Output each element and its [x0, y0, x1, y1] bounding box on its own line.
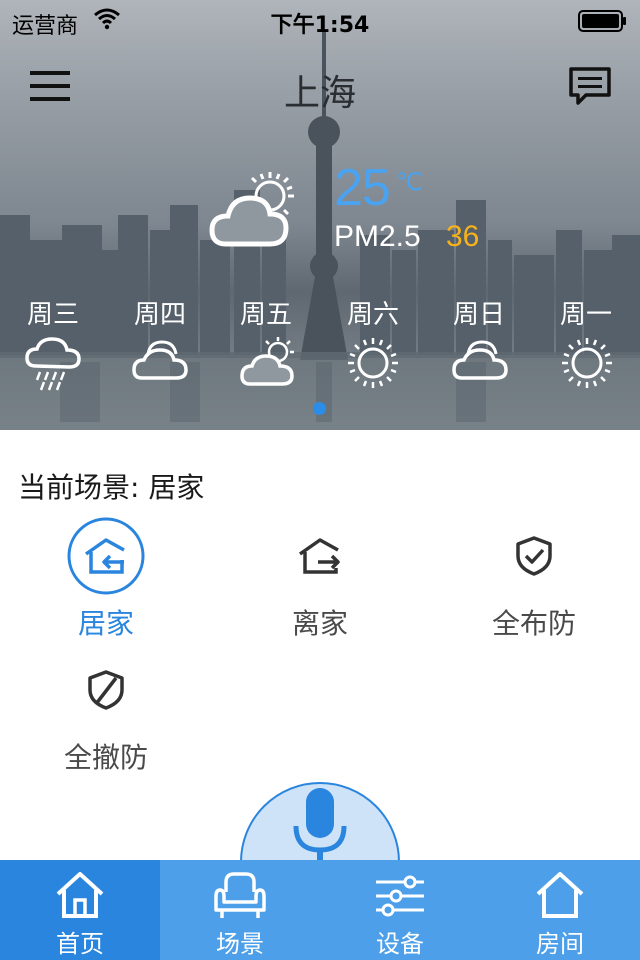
page-indicator-dot[interactable]: [313, 402, 326, 415]
shield-slash-icon: [66, 650, 146, 730]
cloudy-icon: [452, 340, 508, 380]
forecast-day-label: 周日: [452, 300, 505, 330]
tab-label: 场景: [216, 930, 264, 958]
pm25-value: 36: [446, 220, 480, 253]
tab-label: 房间: [536, 930, 584, 958]
scene-home[interactable]: 居家: [26, 516, 186, 642]
scene-disarm-all[interactable]: 全撤防: [26, 650, 186, 776]
house-outline-icon: [536, 872, 584, 918]
rain-icon: [25, 337, 81, 391]
partly-cloudy-icon: [209, 172, 294, 247]
tab-label: 首页: [56, 930, 104, 958]
scene-label: 全布防: [491, 607, 576, 640]
forecast-day-label: 周一: [559, 300, 612, 330]
tab-rooms[interactable]: 房间: [480, 860, 640, 960]
scene-label: 离家: [291, 607, 348, 640]
forecast-day-label: 周四: [133, 300, 186, 330]
sofa-icon: [214, 872, 266, 918]
city-title[interactable]: 上海: [0, 64, 640, 116]
sunny-icon: [348, 338, 398, 388]
status-bar: 运营商 下午1:54: [0, 0, 640, 40]
forecast-day-label: 周三: [26, 300, 79, 330]
status-time: 下午1:54: [270, 13, 370, 38]
forecast-day-label: 周六: [346, 300, 399, 330]
tab-label: 设备: [376, 930, 424, 958]
partly-cloudy-icon: [240, 337, 294, 386]
tab-bar: 首页 场景 设备 房间: [0, 860, 640, 960]
tab-scenes[interactable]: 场景: [160, 860, 320, 960]
message-icon[interactable]: [568, 66, 612, 106]
tab-home[interactable]: 首页: [0, 860, 160, 960]
weather-hero: 运营商 下午1:54 上海 25 ℃ PM2.5 36 周三 周四 周五 周六 …: [0, 0, 640, 430]
scene-arm-all[interactable]: 全布防: [454, 516, 614, 642]
scene-label: 居家: [77, 607, 134, 640]
home-enter-icon: [66, 516, 146, 596]
forecast-day-label: 周五: [239, 300, 292, 330]
scene-label: 全撤防: [63, 741, 148, 774]
shield-check-icon: [494, 516, 574, 596]
microphone-icon: [293, 788, 347, 864]
pm25-label: PM2.5: [334, 220, 421, 253]
scene-away[interactable]: 离家: [240, 516, 400, 642]
sliders-icon: [376, 875, 424, 917]
sunny-icon: [562, 338, 612, 388]
temperature-value: 25: [334, 159, 391, 217]
home-leave-icon: [280, 516, 360, 596]
cloudy-icon: [132, 340, 188, 380]
battery-icon: [578, 10, 626, 32]
home-icon: [56, 872, 104, 918]
tab-devices[interactable]: 设备: [320, 860, 480, 960]
temperature-unit: ℃: [396, 168, 423, 196]
current-scene-title: 当前场景: 居家: [18, 471, 205, 504]
